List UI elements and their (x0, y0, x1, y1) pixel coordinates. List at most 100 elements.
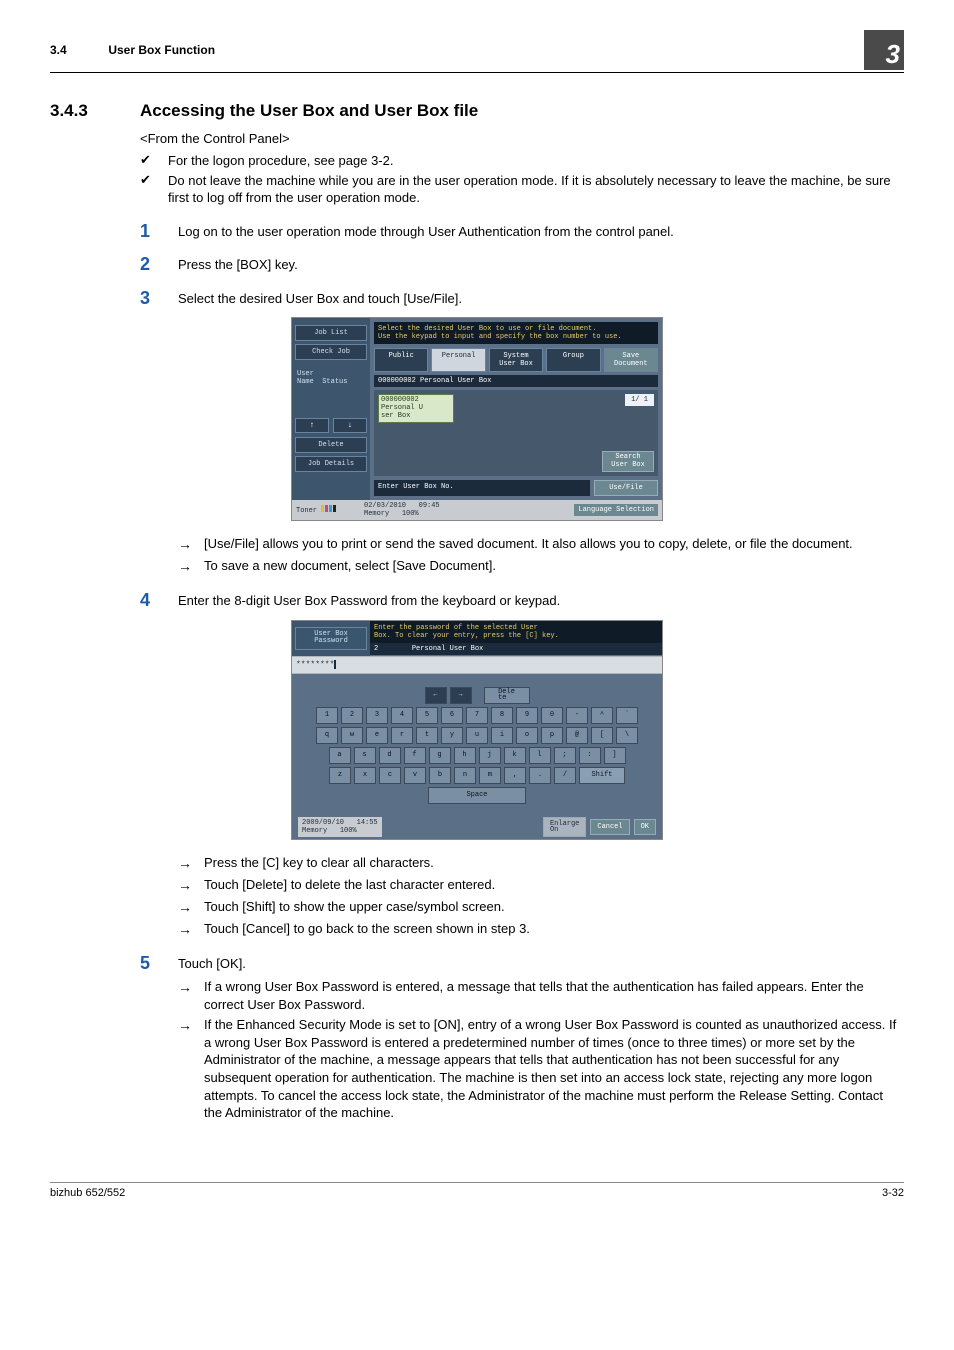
key-0[interactable]: 0 (541, 707, 563, 724)
key-u[interactable]: u (466, 727, 488, 744)
language-selection-button[interactable]: Language Selection (574, 504, 658, 516)
scroll-down-button[interactable]: ↓ (333, 418, 367, 433)
box-path-bar: 000000002 Personal User Box (374, 375, 658, 387)
note-item: → To save a new document, select [Save D… (178, 557, 904, 576)
tab-personal[interactable]: Personal (431, 348, 485, 372)
key-b[interactable]: b (429, 767, 451, 784)
key-r[interactable]: r (391, 727, 413, 744)
key-v[interactable]: v (404, 767, 426, 784)
key-d[interactable]: d (379, 747, 401, 764)
note-item: → Touch [Cancel] to go back to the scree… (178, 920, 904, 939)
key-n[interactable]: n (454, 767, 476, 784)
key-^[interactable]: ^ (591, 707, 613, 724)
category-tabs: Public Personal System User Box Group Sa… (374, 348, 658, 372)
header-section: 3.4 User Box Function (50, 43, 215, 57)
subsection-number: 3.4.3 (50, 101, 140, 121)
prerequisite-list: ✔ For the logon procedure, see page 3-2.… (140, 152, 904, 207)
key-3[interactable]: 3 (366, 707, 388, 724)
key-@[interactable]: @ (566, 727, 588, 744)
key-,[interactable]: , (504, 767, 526, 784)
delete-button[interactable]: Delete (295, 437, 367, 453)
cancel-button[interactable]: Cancel (590, 819, 629, 835)
key-:[interactable]: : (579, 747, 601, 764)
key-a[interactable]: a (329, 747, 351, 764)
key-z[interactable]: z (329, 767, 351, 784)
key-/[interactable]: / (554, 767, 576, 784)
space-key[interactable]: Space (428, 787, 526, 804)
key--[interactable]: - (566, 707, 588, 724)
header-section-number: 3.4 (50, 43, 105, 57)
key-f[interactable]: f (404, 747, 426, 764)
cursor-left-key[interactable]: ← (425, 687, 447, 704)
enter-box-no-field[interactable]: Enter User Box No. (374, 480, 590, 496)
key-k[interactable]: k (504, 747, 526, 764)
key-1[interactable]: 1 (316, 707, 338, 724)
key-7[interactable]: 7 (466, 707, 488, 724)
use-file-button[interactable]: Use/File (594, 480, 658, 496)
step-4: 4 Enter the 8-digit User Box Password fr… (140, 590, 904, 610)
tab-public[interactable]: Public (374, 348, 428, 372)
search-user-box-button[interactable]: Search User Box (602, 451, 654, 472)
key-c[interactable]: c (379, 767, 401, 784)
key-q[interactable]: q (316, 727, 338, 744)
ok-button[interactable]: OK (634, 819, 656, 835)
key-5[interactable]: 5 (416, 707, 438, 724)
password-field[interactable]: ******** (292, 656, 662, 674)
key-h[interactable]: h (454, 747, 476, 764)
key-][interactable]: ] (604, 747, 626, 764)
delete-key[interactable]: Dele te (484, 687, 530, 704)
prerequisite-item: ✔ For the logon procedure, see page 3-2. (140, 152, 904, 170)
control-panel-screenshot-2: User Box Password Enter the password of … (291, 620, 663, 841)
key-o[interactable]: o (516, 727, 538, 744)
job-list-button[interactable]: Job List (295, 325, 367, 341)
toner-label: Toner (296, 507, 317, 515)
key-p[interactable]: p (541, 727, 563, 744)
key-x[interactable]: x (354, 767, 376, 784)
step-3: 3 Select the desired User Box and touch … (140, 288, 904, 308)
key-l[interactable]: l (529, 747, 551, 764)
keyboard-row-1: 1234567890-^` (300, 707, 654, 724)
key-\[interactable]: \ (616, 727, 638, 744)
key-m[interactable]: m (479, 767, 501, 784)
status-footer: Toner 02/03/2010 09:45 Memory 100% Langu… (292, 500, 662, 520)
tab-system[interactable]: System User Box (489, 348, 543, 372)
key-`[interactable]: ` (616, 707, 638, 724)
step-5: 5 Touch [OK]. (140, 953, 904, 973)
arrow-icon: → (178, 898, 204, 917)
key-8[interactable]: 8 (491, 707, 513, 724)
arrow-icon: → (178, 535, 204, 554)
key-w[interactable]: w (341, 727, 363, 744)
key-g[interactable]: g (429, 747, 451, 764)
key-j[interactable]: j (479, 747, 501, 764)
save-document-button[interactable]: Save Document (604, 348, 658, 372)
key-t[interactable]: t (416, 727, 438, 744)
key-;[interactable]: ; (554, 747, 576, 764)
tab-group[interactable]: Group (546, 348, 600, 372)
key-i[interactable]: i (491, 727, 513, 744)
toner-bars-icon (321, 505, 337, 515)
key-.[interactable]: . (529, 767, 551, 784)
note-item: → If the Enhanced Security Mode is set t… (178, 1016, 904, 1121)
footer-date: 02/03/2010 (364, 502, 406, 510)
key-s[interactable]: s (354, 747, 376, 764)
key-4[interactable]: 4 (391, 707, 413, 724)
note-item: → [Use/File] allows you to print or send… (178, 535, 904, 554)
step-2: 2 Press the [BOX] key. (140, 254, 904, 274)
footer-model: bizhub 652/552 (50, 1187, 125, 1199)
scroll-up-button[interactable]: ↑ (295, 418, 329, 433)
chapter-number-badge: 3 (864, 30, 904, 70)
key-2[interactable]: 2 (341, 707, 363, 724)
key-y[interactable]: y (441, 727, 463, 744)
user-box-card[interactable]: 000000002 Personal U ser Box (378, 394, 454, 423)
key-9[interactable]: 9 (516, 707, 538, 724)
cursor-right-key[interactable]: → (450, 687, 472, 704)
user-box-password-label: User Box Password (295, 627, 367, 650)
note-item: → Touch [Shift] to show the upper case/s… (178, 898, 904, 917)
check-job-button[interactable]: Check Job (295, 344, 367, 360)
enlarge-button[interactable]: Enlarge On (543, 817, 586, 838)
key-e[interactable]: e (366, 727, 388, 744)
key-6[interactable]: 6 (441, 707, 463, 724)
job-details-button[interactable]: Job Details (295, 456, 367, 472)
shift-key[interactable]: Shift (579, 767, 625, 784)
key-[[interactable]: [ (591, 727, 613, 744)
